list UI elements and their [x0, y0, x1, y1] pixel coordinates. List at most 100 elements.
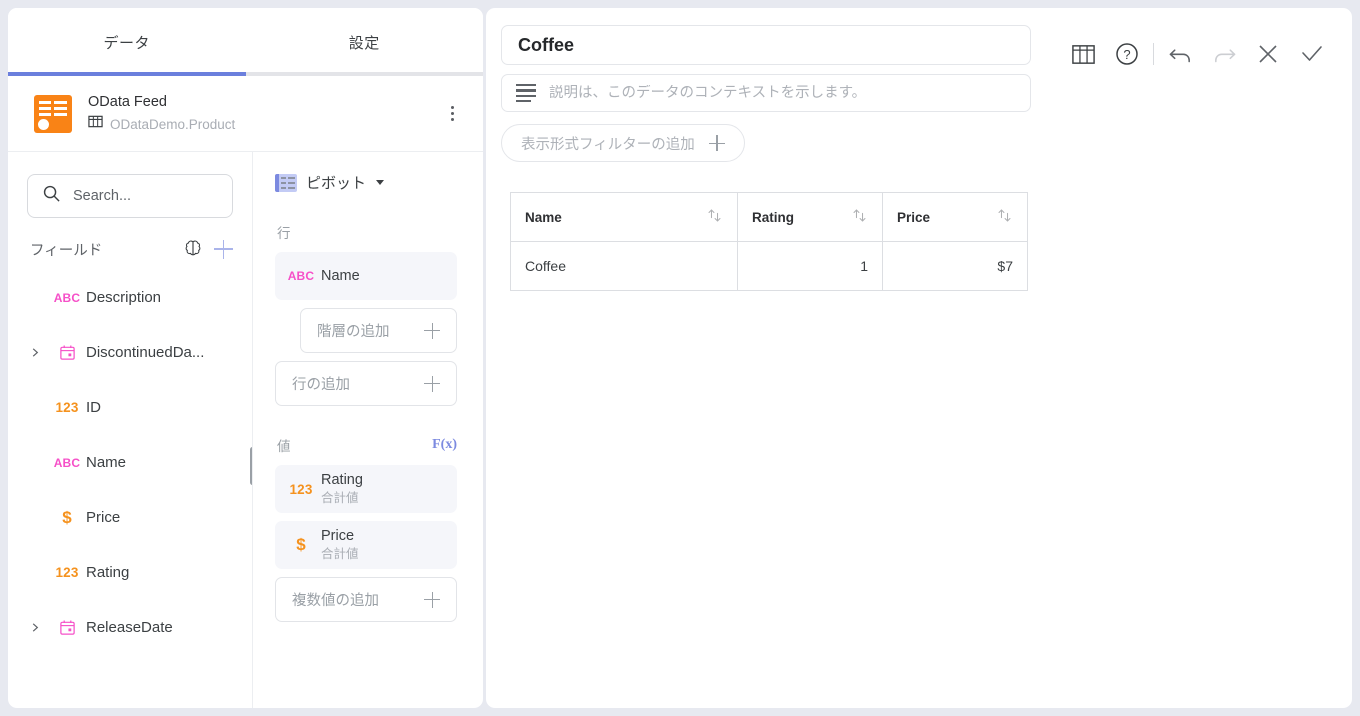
sort-ascending-descending-icon[interactable] — [851, 207, 868, 227]
search-icon — [42, 184, 61, 208]
calendar-type-icon — [48, 619, 86, 636]
pivot-table-icon — [275, 173, 297, 192]
number-type-icon: 123 — [48, 565, 86, 580]
field-type-label: 123 — [55, 400, 79, 415]
pivot-value-chip[interactable]: 123 Rating 合計値 — [275, 465, 457, 513]
rows-section-header: 行 — [275, 222, 457, 242]
list-item[interactable]: DiscontinuedDa... — [8, 325, 252, 380]
result-table-body: Coffee 1 $7 — [510, 241, 1028, 291]
list-item-label: Price — [86, 509, 121, 526]
pivot-type-label: ピボット — [306, 175, 367, 192]
list-item-label: Name — [86, 454, 127, 471]
close-icon[interactable] — [1246, 34, 1290, 74]
add-field-plus-icon[interactable] — [214, 239, 233, 259]
table-row[interactable]: Coffee 1 $7 — [510, 241, 1028, 291]
cell-rating: 1 — [737, 241, 883, 291]
title-input[interactable] — [518, 34, 1014, 56]
chevron-right-icon[interactable] — [30, 347, 48, 358]
cell-name: Coffee — [510, 241, 738, 291]
data-source-row[interactable]: OData Feed ODataDemo.Product — [8, 76, 483, 152]
data-source-entity: ODataDemo.Product — [88, 114, 439, 134]
brain-icon[interactable] — [182, 238, 204, 260]
number-type-icon: 123 — [48, 400, 86, 415]
sort-ascending-descending-icon[interactable] — [996, 207, 1013, 227]
list-item[interactable]: 123 ID — [8, 380, 252, 435]
pivot-value-chip-body: Rating 合計値 — [321, 472, 363, 506]
add-format-filter-label: 表示形式フィルターの追加 — [521, 136, 695, 153]
text-type-icon: ABC — [281, 269, 321, 283]
list-item-label: DiscontinuedDa... — [86, 344, 205, 361]
kebab-menu-icon[interactable] — [439, 99, 465, 129]
column-header-price[interactable]: Price — [882, 192, 1028, 242]
search-box[interactable] — [27, 174, 233, 218]
fields-pane: フィールド — [8, 152, 253, 708]
list-item[interactable]: 123 Rating — [8, 545, 252, 600]
list-item-label: Description — [86, 289, 162, 306]
description-input-wrapper[interactable] — [501, 74, 1031, 112]
left-panel: データ 設定 OData Feed ODataDemo.Product Sear… — [8, 8, 483, 708]
tab-settings-label: 設定 — [348, 34, 380, 52]
currency-type-icon: $ — [281, 535, 321, 555]
right-panel-header: 表示形式フィルターの追加 ? — [486, 8, 1352, 162]
toolbar-divider — [1153, 43, 1154, 65]
plus-icon — [708, 135, 725, 151]
description-input[interactable] — [549, 85, 1016, 101]
formula-fx-button[interactable]: F(x) — [432, 437, 457, 453]
values-section-header: 値 F(x) — [275, 435, 457, 455]
search-input[interactable] — [73, 188, 218, 204]
rows-section-label: 行 — [277, 226, 291, 241]
list-item[interactable]: ABC Description — [8, 270, 252, 325]
left-panel-body: フィールド — [8, 152, 483, 708]
plus-icon — [424, 322, 440, 339]
help-icon[interactable]: ? — [1105, 34, 1149, 74]
chevron-right-icon[interactable] — [30, 622, 48, 633]
pivot-row-chip[interactable]: ABC Name — [275, 252, 457, 300]
table-grid-icon — [88, 114, 103, 134]
right-panel-toolbar: ? — [1031, 25, 1352, 162]
title-input-wrapper[interactable] — [501, 25, 1031, 65]
pivot-config-pane: ピボット 行 ABC Name 階層の追加 行の追加 値 F(x) 123 Ra… — [253, 152, 483, 708]
list-item[interactable]: $ Price — [8, 490, 252, 545]
column-header-price-label: Price — [897, 209, 931, 225]
svg-text:?: ? — [1123, 47, 1130, 62]
result-table: Name Rating Price Coffee 1 $7 — [510, 192, 1028, 291]
cell-price: $7 — [882, 241, 1028, 291]
column-header-rating[interactable]: Rating — [737, 192, 883, 242]
undo-icon[interactable] — [1158, 34, 1202, 74]
add-row-label: 行の追加 — [292, 377, 350, 393]
chevron-down-icon[interactable] — [376, 180, 385, 185]
tabstrip: データ 設定 — [8, 8, 483, 76]
pivot-value-chip[interactable]: $ Price 合計値 — [275, 521, 457, 569]
list-item[interactable]: ReleaseDate — [8, 600, 252, 655]
list-item[interactable]: ABC Name — [8, 435, 252, 490]
add-hierarchy-label: 階層の追加 — [317, 324, 390, 340]
add-format-filter-button[interactable]: 表示形式フィルターの追加 — [501, 124, 745, 162]
field-type-label: ABC — [53, 290, 81, 305]
right-panel-inputs: 表示形式フィルターの追加 — [486, 25, 1031, 162]
chip-type-label: $ — [296, 535, 306, 554]
tab-settings[interactable]: 設定 — [246, 8, 484, 76]
confirm-check-icon[interactable] — [1290, 34, 1334, 74]
chip-type-label: ABC — [287, 269, 315, 283]
field-list: ABC Description DiscontinuedDa... 123 ID… — [8, 270, 252, 655]
column-header-name-label: Name — [525, 209, 562, 225]
add-hierarchy-button[interactable]: 階層の追加 — [300, 308, 457, 353]
plus-icon — [424, 375, 440, 392]
pivot-value-chip-label: Price — [321, 528, 355, 544]
add-value-button[interactable]: 複数値の追加 — [275, 577, 457, 622]
column-header-name[interactable]: Name — [510, 192, 738, 242]
fields-header-label: フィールド — [30, 242, 103, 259]
plus-icon — [424, 591, 440, 608]
add-row-button[interactable]: 行の追加 — [275, 361, 457, 406]
pivot-type-selector[interactable]: ピボット — [275, 172, 457, 193]
field-type-label: $ — [62, 507, 72, 527]
sort-ascending-descending-icon[interactable] — [706, 207, 723, 227]
data-source-text: OData Feed ODataDemo.Product — [88, 93, 439, 134]
result-table-head: Name Rating Price — [510, 192, 1028, 242]
tab-data[interactable]: データ — [8, 8, 246, 76]
text-type-icon: ABC — [48, 456, 86, 470]
text-type-icon: ABC — [48, 291, 86, 305]
field-type-label: ABC — [53, 455, 81, 470]
pivot-value-chip-aggregation: 合計値 — [321, 547, 359, 561]
table-view-icon[interactable] — [1061, 34, 1105, 74]
